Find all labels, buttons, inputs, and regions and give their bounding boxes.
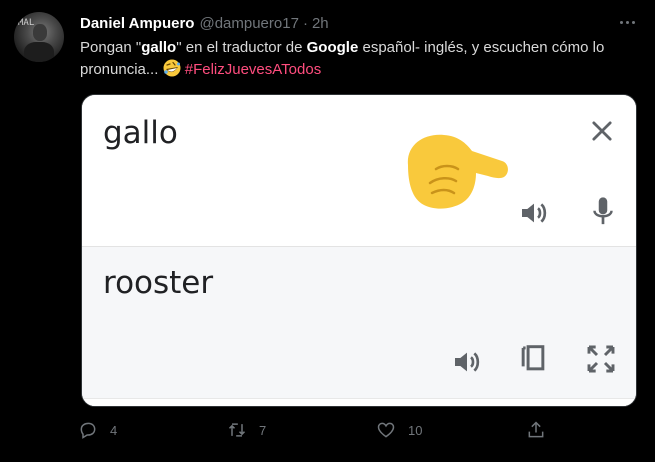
tweet-header: Daniel Ampuero @dampuero17 · 2h (80, 13, 329, 33)
close-icon[interactable] (588, 117, 616, 145)
target-text: rooster (103, 265, 214, 301)
retweet-icon (228, 423, 246, 437)
avatar-head (33, 24, 47, 41)
pointing-hand-icon (407, 134, 508, 209)
share-icon (528, 421, 544, 438)
tweet[interactable]: MAL Daniel Ampuero @dampuero17 · 2h Pong… (0, 0, 655, 462)
author-handle[interactable]: @dampuero17 (199, 15, 298, 32)
avatar-body (24, 42, 54, 62)
fullscreen-icon[interactable] (585, 343, 617, 375)
tweet-media-image[interactable]: gallo rooster (81, 94, 637, 407)
avatar-scribble: MAL (18, 18, 35, 28)
retweet-button[interactable]: 7 (227, 420, 266, 440)
tweet-text-bold-google: Google (306, 39, 359, 56)
retweet-count: 7 (259, 422, 267, 438)
reply-button[interactable]: 4 (78, 420, 117, 440)
separator-dot: · (302, 14, 308, 32)
laughing-emoji-icon (163, 59, 181, 77)
source-text: gallo (103, 115, 178, 151)
tweet-text-part2: " en el traductor de (176, 39, 307, 56)
reply-icon (80, 422, 96, 439)
media-bottom-bar (82, 398, 636, 406)
target-speaker-icon[interactable] (451, 346, 483, 378)
reply-count: 4 (110, 422, 118, 438)
avatar[interactable]: MAL (14, 12, 64, 62)
hashtag-link[interactable]: #Feliz​JuevesATodos (185, 61, 321, 78)
author-name[interactable]: Daniel Ampuero (80, 15, 194, 32)
heart-icon (377, 422, 395, 438)
timestamp[interactable]: 2h (312, 15, 329, 32)
copy-icon[interactable] (518, 343, 548, 375)
source-panel: gallo (82, 95, 636, 247)
tweet-text-bold-gallo: gallo (141, 39, 177, 56)
tweet-text-part1: Pongan " (80, 39, 142, 56)
more-options-icon[interactable] (616, 12, 638, 32)
tweet-actions: 4 7 10 (78, 420, 558, 444)
target-panel: rooster (82, 247, 636, 406)
like-button[interactable]: 10 (376, 420, 422, 440)
tweet-text: Pongan "gallo" en el traductor de Google… (80, 37, 640, 81)
source-speaker-icon[interactable] (518, 197, 550, 229)
like-count: 10 (408, 422, 423, 438)
microphone-icon[interactable] (588, 195, 618, 229)
share-button[interactable] (526, 420, 546, 440)
